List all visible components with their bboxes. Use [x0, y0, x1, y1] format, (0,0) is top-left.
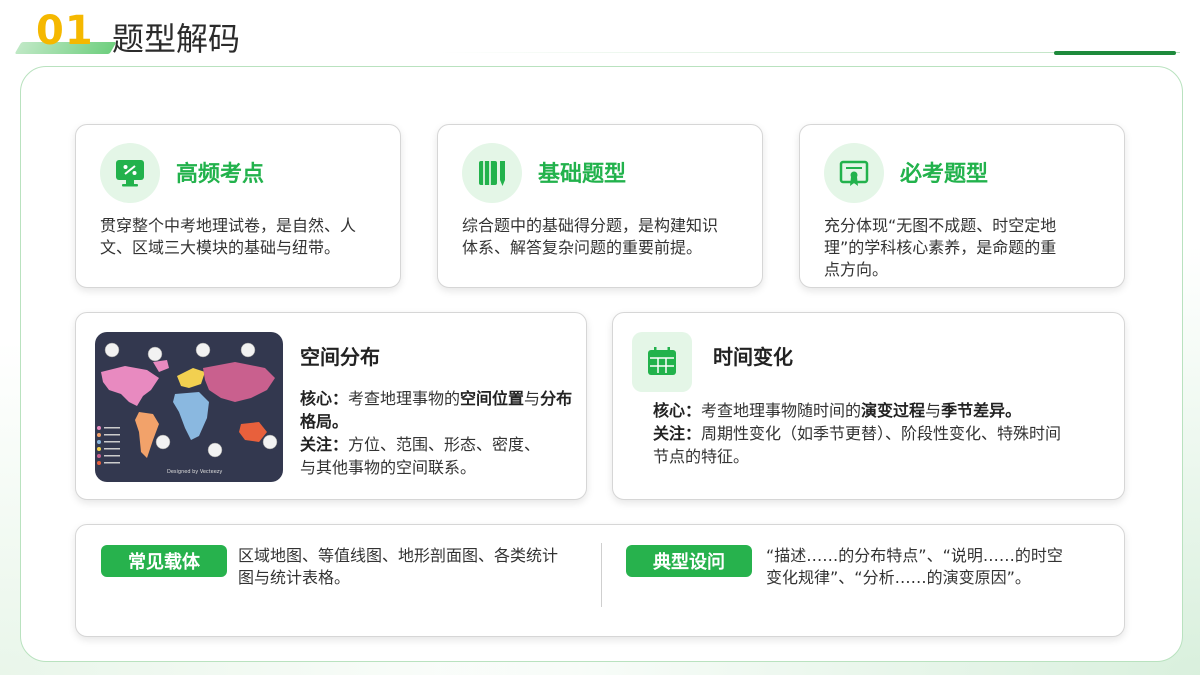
focus-line: 关注：周期性变化（如季节更替）、阶段性变化、特殊时间 — [653, 422, 1118, 445]
text-line: 贯穿整个中考地理试卷，是自然、人 — [100, 216, 357, 235]
book-pen-icon — [462, 143, 522, 203]
core-label: 核心： — [300, 389, 349, 408]
world-map-image: Designed by Vecteezy — [95, 332, 283, 482]
core-line: 核心：考查地理事物的空间位置与分布格局。 — [300, 387, 580, 433]
text-line: 文、区域三大模块的基础与纽带。 — [100, 238, 341, 257]
presentation-board-icon — [100, 143, 160, 203]
focus-label: 关注： — [653, 424, 702, 443]
card-title: 高频考点 — [176, 162, 265, 187]
section-number: 01 — [36, 8, 94, 54]
text-segment: 与 — [524, 389, 541, 408]
card-description: 核心：考查地理事物的空间位置与分布格局。 关注：方位、范围、形态、密度、 与其他… — [300, 387, 580, 479]
card-description: 充分体现“无图不成题、时空定地 理”的学科核心素养，是命题的重 点方向。 — [824, 215, 1114, 281]
calendar-icon — [632, 332, 692, 392]
card-description: 综合题中的基础得分题，是构建知识 体系、解答复杂问题的重要前提。 — [462, 215, 752, 259]
text-line: 点方向。 — [824, 260, 889, 279]
text-line: 充分体现“无图不成题、时空定地 — [824, 216, 1057, 235]
text-segment: 。 — [332, 412, 349, 431]
core-line: 核心：考查地理事物随时间的演变过程与季节差异。 — [653, 399, 1118, 422]
focus-label: 关注： — [300, 435, 349, 454]
text-segment: 。 — [1005, 401, 1022, 420]
card-description: 核心：考查地理事物随时间的演变过程与季节差异。 关注：周期性变化（如季节更替）、… — [653, 399, 1118, 468]
text-line: “描述……的分布特点”、“说明……的时空 — [766, 546, 1063, 565]
design-label-pill: 典型设问 — [626, 545, 752, 577]
card-title: 空间分布 — [300, 345, 380, 369]
carrier-label-pill: 常见载体 — [101, 545, 227, 577]
bold-text: 季节差异 — [941, 401, 1006, 420]
certificate-icon — [824, 143, 884, 203]
text-line: 图与统计表格。 — [238, 568, 351, 587]
core-label: 核心： — [653, 401, 702, 420]
text-line: 体系、解答复杂问题的重要前提。 — [462, 238, 703, 257]
text-line: 变化规律”、“分析……的演变原因”。 — [766, 568, 1031, 587]
bold-text: 演变过程 — [861, 401, 926, 420]
card-bottom-summary: 常见载体 区域地图、等值线图、地形剖面图、各类统计 图与统计表格。 典型设问 “… — [75, 524, 1125, 637]
text-line: 理”的学科核心素养，是命题的重 — [824, 238, 1057, 257]
card-required-type: 必考题型 充分体现“无图不成题、时空定地 理”的学科核心素养，是命题的重 点方向… — [799, 124, 1125, 288]
header-accent-bar — [1054, 51, 1176, 55]
section-title: 题型解码 — [112, 20, 241, 58]
card-basic-type: 基础题型 综合题中的基础得分题，是构建知识 体系、解答复杂问题的重要前提。 — [437, 124, 763, 288]
text-line: 区域地图、等值线图、地形剖面图、各类统计 — [238, 546, 559, 565]
text-segment: 周期性变化（如季节更替）、阶段性变化、特殊时间 — [701, 424, 1062, 443]
card-temporal-change: 时间变化 核心：考查地理事物随时间的演变过程与季节差异。 关注：周期性变化（如季… — [612, 312, 1125, 500]
text-segment: 方位、范围、形态、密度、 — [348, 435, 541, 454]
vertical-divider — [601, 543, 602, 607]
focus-line: 关注：方位、范围、形态、密度、 — [300, 433, 580, 456]
card-title: 基础题型 — [538, 162, 627, 187]
text-segment: 考查地理事物随时间的 — [701, 401, 862, 420]
card-high-frequency: 高频考点 贯穿整个中考地理试卷，是自然、人 文、区域三大模块的基础与纽带。 — [75, 124, 401, 288]
text-segment: 与 — [925, 401, 942, 420]
header: 01 题型解码 — [0, 0, 1200, 60]
card-title: 必考题型 — [900, 162, 989, 187]
card-description: 贯穿整个中考地理试卷，是自然、人 文、区域三大模块的基础与纽带。 — [100, 215, 390, 259]
text-line: 综合题中的基础得分题，是构建知识 — [462, 216, 719, 235]
carrier-description: 区域地图、等值线图、地形剖面图、各类统计 图与统计表格。 — [238, 545, 598, 589]
text-segment: 与其他事物的空间联系。 — [300, 458, 477, 477]
card-spatial-distribution: Designed by Vecteezy 空间分布 核心：考查地理事物的空间位置… — [75, 312, 587, 500]
design-description: “描述……的分布特点”、“说明……的时空 变化规律”、“分析……的演变原因”。 — [766, 545, 1116, 589]
text-segment: 节点的特征。 — [653, 447, 750, 466]
card-title: 时间变化 — [713, 345, 793, 369]
bold-text: 空间位置 — [460, 389, 525, 408]
map-credit: Designed by Vecteezy — [167, 469, 223, 475]
text-segment: 考查地理事物的 — [348, 389, 461, 408]
